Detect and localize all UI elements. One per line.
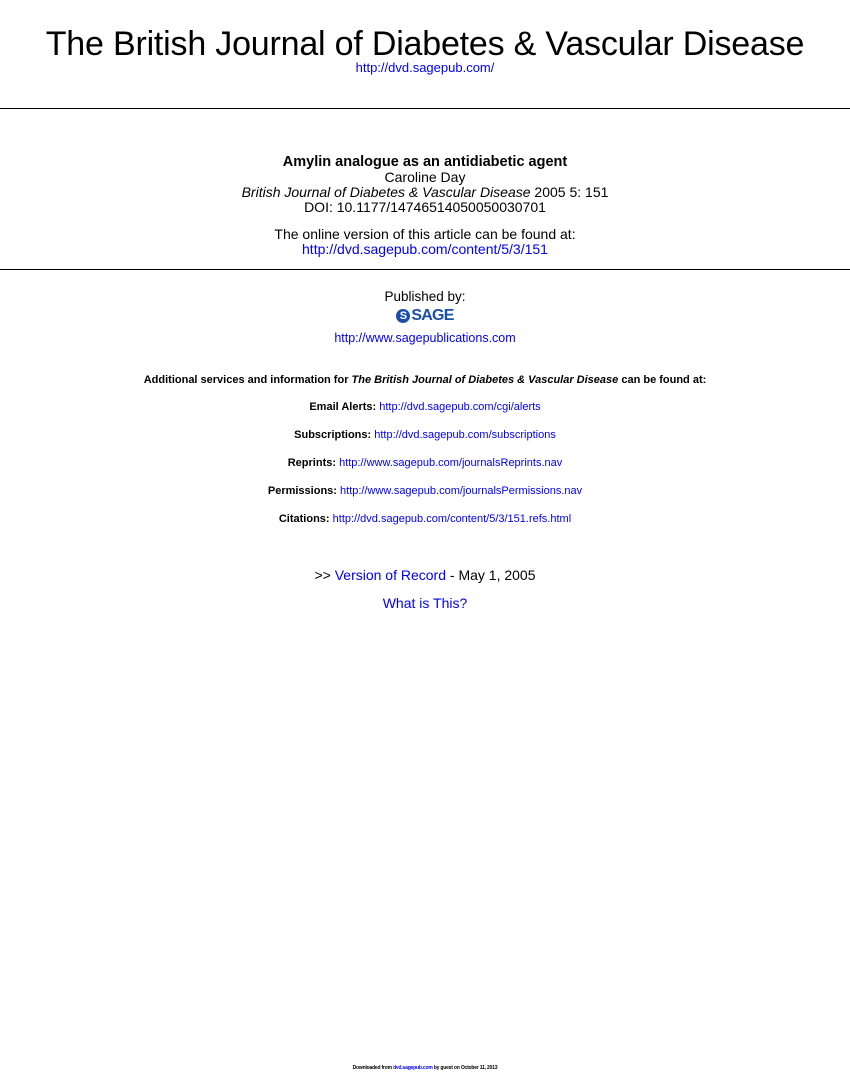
sage-s-icon: S bbox=[396, 308, 411, 323]
middle-divider bbox=[0, 269, 850, 270]
published-by-label: Published by: bbox=[384, 289, 466, 304]
services-heading-suffix: can be found at: bbox=[618, 374, 707, 386]
services-heading: Additional services and information for … bbox=[0, 373, 850, 387]
service-link[interactable]: http://dvd.sagepub.com/content/5/3/151.r… bbox=[333, 513, 571, 525]
footer-suffix: by guest on October 11, 2013 bbox=[432, 1065, 498, 1071]
version-of-record-link[interactable]: Version of Record bbox=[335, 567, 446, 583]
top-divider bbox=[0, 108, 850, 109]
service-label: Permissions: bbox=[267, 485, 337, 497]
footer-prefix: Downloaded from bbox=[352, 1065, 394, 1071]
service-email-alerts: Email Alerts: http://dvd.sagepub.com/cgi… bbox=[0, 400, 850, 414]
version-date: - May 1, 2005 bbox=[446, 567, 536, 583]
citation-journal: British Journal of Diabetes & Vascular D… bbox=[241, 184, 531, 200]
version-prefix: >> bbox=[314, 567, 335, 583]
download-footer: Downloaded from dvd.sagepub.com by guest… bbox=[0, 1065, 850, 1072]
service-label: Subscriptions: bbox=[294, 429, 372, 441]
service-link[interactable]: http://dvd.sagepub.com/subscriptions bbox=[374, 429, 556, 441]
services-heading-journal: The British Journal of Diabetes & Vascul… bbox=[351, 374, 619, 386]
online-version-link[interactable]: http://dvd.sagepub.com/content/5/3/151 bbox=[302, 241, 548, 257]
citation-details: 2005 5: 151 bbox=[530, 184, 609, 200]
article-doi: DOI: 10.1177/14746514050050030701 bbox=[304, 199, 546, 215]
journal-url-link[interactable]: http://dvd.sagepub.com/ bbox=[356, 60, 495, 75]
what-is-this-row: What is This? bbox=[0, 595, 850, 612]
publisher-info: Published by: S SAGE http://www.sagepubli… bbox=[0, 289, 850, 346]
services-heading-prefix: Additional services and information for bbox=[143, 374, 352, 386]
what-is-this-link[interactable]: What is This? bbox=[383, 595, 468, 611]
journal-title: The British Journal of Diabetes & Vascul… bbox=[45, 25, 805, 63]
article-citation: British Journal of Diabetes & Vascular D… bbox=[0, 185, 850, 200]
service-label: Reprints: bbox=[287, 457, 337, 469]
sage-logo[interactable]: S SAGE bbox=[396, 306, 454, 325]
service-permissions: Permissions: http://www.sagepub.com/jour… bbox=[0, 484, 850, 498]
service-link[interactable]: http://dvd.sagepub.com/cgi/alerts bbox=[379, 401, 540, 413]
footer-site-link[interactable]: dvd.sagepub.com bbox=[393, 1065, 433, 1071]
service-link[interactable]: http://www.sagepub.com/journalsPermissio… bbox=[340, 485, 582, 497]
article-title: Amylin analogue as an antidiabetic agent bbox=[282, 154, 568, 170]
sage-logo-text: SAGE bbox=[411, 306, 454, 324]
service-label: Citations: bbox=[278, 513, 330, 525]
online-version-text: The online version of this article can b… bbox=[274, 226, 576, 242]
version-of-record-row: >> Version of Record - May 1, 2005 bbox=[0, 567, 850, 584]
service-subscriptions: Subscriptions: http://dvd.sagepub.com/su… bbox=[0, 428, 850, 442]
service-label: Email Alerts: bbox=[309, 401, 377, 413]
article-author: Caroline Day bbox=[384, 169, 466, 185]
service-link[interactable]: http://www.sagepub.com/journalsReprints.… bbox=[339, 457, 562, 469]
online-version: The online version of this article can b… bbox=[0, 227, 850, 257]
service-reprints: Reprints: http://www.sagepub.com/journal… bbox=[0, 456, 850, 470]
article-info: Amylin analogue as an antidiabetic agent… bbox=[0, 155, 850, 215]
publisher-url-link[interactable]: http://www.sagepublications.com bbox=[334, 331, 515, 345]
service-citations: Citations: http://dvd.sagepub.com/conten… bbox=[0, 512, 850, 526]
journal-url-row: http://dvd.sagepub.com/ bbox=[0, 60, 850, 76]
